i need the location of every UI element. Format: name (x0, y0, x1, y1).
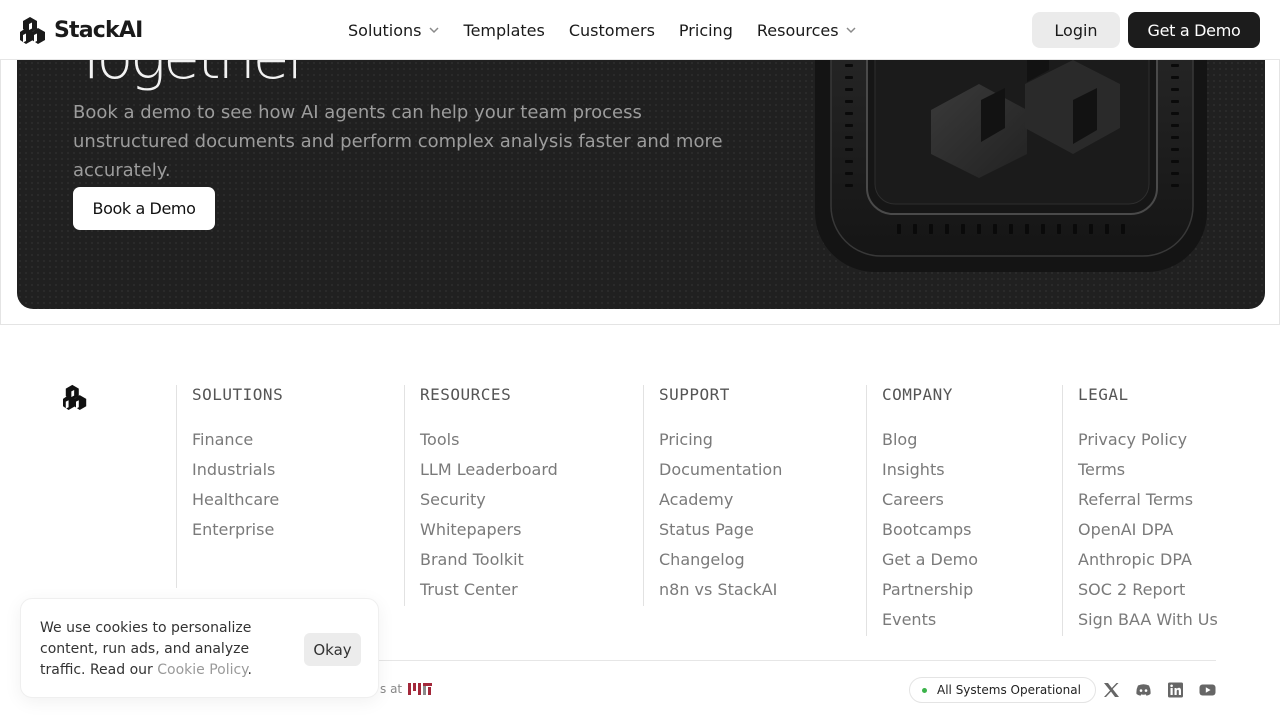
footer-link-soc2-report[interactable]: SOC 2 Report (1078, 580, 1218, 610)
system-status-badge[interactable]: All Systems Operational (909, 677, 1096, 703)
footer-link-finance[interactable]: Finance (192, 430, 283, 460)
footer-logo-icon[interactable] (63, 384, 89, 410)
made-at-credit: s at (380, 682, 433, 696)
cookie-message: We use cookies to personalize content, r… (40, 618, 280, 681)
nav-resources[interactable]: Resources (757, 21, 857, 40)
chevron-down-icon (428, 27, 439, 34)
nav-templates[interactable]: Templates (464, 21, 545, 40)
footer-link-partnership[interactable]: Partnership (882, 580, 978, 610)
hero-subtitle: Book a demo to see how AI agents can hel… (73, 102, 723, 181)
footer-link-referral-terms[interactable]: Referral Terms (1078, 490, 1218, 520)
footer-heading-support: SUPPORT (659, 385, 730, 404)
footer-link-security[interactable]: Security (420, 490, 558, 520)
footer-link-llm-leaderboard[interactable]: LLM Leaderboard (420, 460, 558, 490)
footer-link-bootcamps[interactable]: Bootcamps (882, 520, 978, 550)
nav-pricing-label: Pricing (678, 20, 733, 40)
footer-col-resources: RESOURCES Tools LLM Leaderboard Security… (404, 385, 558, 606)
footer-link-privacy-policy[interactable]: Privacy Policy (1078, 430, 1218, 460)
footer-col-solutions: SOLUTIONS Finance Industrials Healthcare… (176, 385, 283, 588)
login-button[interactable]: Login (1032, 12, 1120, 48)
footer-link-openai-dpa[interactable]: OpenAI DPA (1078, 520, 1218, 550)
footer-link-healthcare[interactable]: Healthcare (192, 490, 283, 520)
nav-customers[interactable]: Customers (569, 21, 655, 40)
discord-icon[interactable] (1135, 682, 1152, 698)
nav-solutions[interactable]: Solutions (348, 21, 440, 40)
footer-link-anthropic-dpa[interactable]: Anthropic DPA (1078, 550, 1218, 580)
footer-link-careers[interactable]: Careers (882, 490, 978, 520)
linkedin-icon[interactable] (1167, 682, 1184, 698)
mit-logo-icon (408, 683, 433, 695)
footer-heading-solutions: SOLUTIONS (192, 385, 284, 404)
cookie-policy-link[interactable]: Cookie Policy (157, 662, 247, 678)
get-demo-button[interactable]: Get a Demo (1128, 12, 1260, 48)
status-label: All Systems Operational (937, 683, 1081, 697)
footer-link-terms[interactable]: Terms (1078, 460, 1218, 490)
footer-link-brand-toolkit[interactable]: Brand Toolkit (420, 550, 558, 580)
nav-pricing[interactable]: Pricing (679, 21, 733, 40)
footer-link-academy[interactable]: Academy (659, 490, 782, 520)
nav-solutions-label: Solutions (348, 20, 422, 40)
x-icon[interactable] (1103, 682, 1120, 698)
footer-link-events[interactable]: Events (882, 610, 978, 640)
chevron-down-icon (846, 27, 856, 34)
book-demo-button[interactable]: Book a Demo (73, 187, 215, 230)
footer-link-industrials[interactable]: Industrials (192, 460, 283, 490)
brand-logo[interactable]: StackAI (20, 16, 143, 44)
footer-col-legal: LEGAL Privacy Policy Terms Referral Term… (1062, 385, 1218, 636)
status-dot-icon (922, 687, 927, 693)
youtube-icon[interactable] (1199, 682, 1216, 698)
footer-link-n8n-vs-stackai[interactable]: n8n vs StackAI (659, 580, 782, 610)
footer-link-pricing[interactable]: Pricing (659, 430, 782, 460)
footer-link-changelog[interactable]: Changelog (659, 550, 782, 580)
footer-link-whitepapers[interactable]: Whitepapers (420, 520, 558, 550)
footer-link-enterprise[interactable]: Enterprise (192, 520, 283, 550)
footer-link-trust-center[interactable]: Trust Center (420, 580, 558, 610)
footer-heading-legal: LEGAL (1078, 385, 1129, 404)
brand-name: StackAI (54, 17, 143, 43)
footer-col-support: SUPPORT Pricing Documentation Academy St… (643, 385, 782, 606)
footer-link-status-page[interactable]: Status Page (659, 520, 782, 550)
nav-resources-label: Resources (756, 20, 839, 40)
cookie-okay-button[interactable]: Okay (304, 633, 361, 666)
stackai-logo-icon (20, 17, 45, 44)
nav-customers-label: Customers (568, 20, 655, 40)
footer-link-insights[interactable]: Insights (882, 460, 978, 490)
cookie-suffix: . (247, 662, 252, 678)
footer-heading-company: COMPANY (882, 385, 953, 404)
nav-templates-label: Templates (463, 20, 545, 40)
main-nav: Solutions Templates Customers Pricing Re… (348, 0, 857, 60)
footer-heading-resources: RESOURCES (420, 385, 512, 404)
footer-link-sign-baa[interactable]: Sign BAA With Us (1078, 610, 1218, 640)
made-at-text: s at (380, 682, 403, 696)
footer-link-documentation[interactable]: Documentation (659, 460, 782, 490)
footer-col-company: COMPANY Blog Insights Careers Bootcamps … (866, 385, 978, 636)
footer-link-tools[interactable]: Tools (420, 430, 558, 460)
top-navbar: StackAI Solutions Templates Customers Pr… (0, 0, 1280, 60)
cookie-banner: We use cookies to personalize content, r… (20, 598, 379, 698)
footer-link-blog[interactable]: Blog (882, 430, 978, 460)
footer-link-get-a-demo[interactable]: Get a Demo (882, 550, 978, 580)
